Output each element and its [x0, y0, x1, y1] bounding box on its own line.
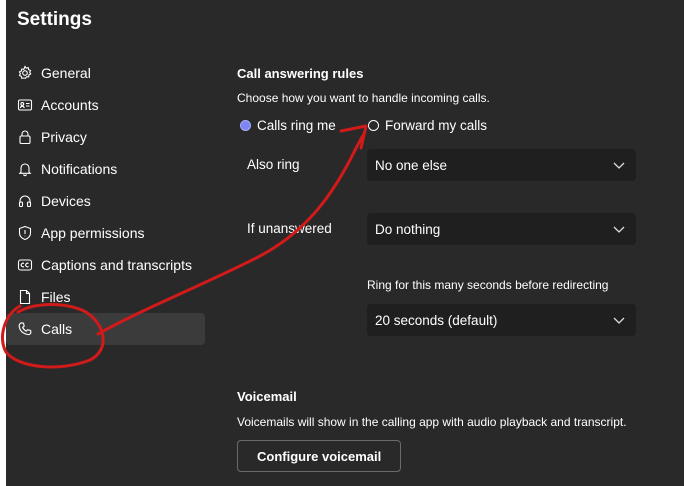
- nav-item-general[interactable]: General: [6, 57, 206, 89]
- nav-item-files[interactable]: Files: [6, 281, 206, 313]
- nav-item-app-permissions[interactable]: App permissions: [6, 217, 206, 249]
- dropdown-value: 20 seconds (default): [375, 312, 498, 328]
- if-unanswered-dropdown[interactable]: Do nothing: [367, 213, 636, 245]
- radio-label: Calls ring me: [257, 118, 336, 133]
- configure-voicemail-button[interactable]: Configure voicemail: [237, 440, 402, 472]
- nav-label: Devices: [41, 193, 91, 209]
- nav-item-accounts[interactable]: Accounts: [6, 89, 206, 121]
- chevron-down-icon: [613, 162, 625, 169]
- nav-label: Captions and transcripts: [41, 257, 192, 273]
- chevron-down-icon: [613, 317, 625, 324]
- chevron-down-icon: [613, 226, 625, 233]
- nav-item-notifications[interactable]: Notifications: [6, 153, 206, 185]
- nav-item-privacy[interactable]: Privacy: [6, 121, 206, 153]
- radio-unselected-indicator: [368, 120, 379, 131]
- dropdown-value: Do nothing: [375, 221, 441, 237]
- radio-label: Forward my calls: [385, 118, 488, 133]
- id-card-icon: [17, 97, 33, 113]
- nav-label: Privacy: [41, 129, 87, 145]
- also-ring-label: Also ring: [247, 157, 300, 172]
- ring-seconds-label: Ring for this many seconds before redire…: [367, 278, 609, 292]
- radio-calls-ring-me[interactable]: Calls ring me: [240, 118, 336, 133]
- if-unanswered-label: If unanswered: [247, 221, 332, 236]
- nav-item-captions[interactable]: Captions and transcripts: [6, 249, 206, 281]
- nav-label: Files: [41, 289, 71, 305]
- nav-label: General: [41, 65, 91, 81]
- cc-icon: [17, 257, 33, 273]
- nav-label: App permissions: [41, 225, 145, 241]
- nav-label: Notifications: [41, 161, 118, 177]
- also-ring-dropdown[interactable]: No one else: [367, 149, 636, 181]
- shield-icon: [17, 225, 33, 241]
- voicemail-heading: Voicemail: [237, 389, 297, 404]
- settings-window: Settings General Accounts Privacy Notifi…: [6, 0, 684, 486]
- headset-icon: [17, 193, 33, 209]
- nav-item-calls[interactable]: Calls: [6, 313, 205, 345]
- dropdown-value: No one else: [375, 157, 448, 173]
- gear-icon: [17, 65, 33, 81]
- settings-nav: General Accounts Privacy Notifications D…: [6, 57, 206, 345]
- bell-icon: [17, 161, 33, 177]
- page-title: Settings: [17, 9, 92, 30]
- nav-label: Calls: [41, 321, 73, 337]
- call-answering-heading: Call answering rules: [237, 66, 364, 81]
- phone-icon: [17, 321, 33, 337]
- call-answering-description: Choose how you want to handle incoming c…: [237, 91, 490, 105]
- voicemail-description: Voicemails will show in the calling app …: [237, 415, 627, 429]
- ring-seconds-dropdown[interactable]: 20 seconds (default): [367, 304, 636, 336]
- file-icon: [17, 289, 33, 305]
- lock-icon: [17, 129, 33, 145]
- calls-settings-panel: Call answering rules Choose how you want…: [237, 0, 684, 486]
- radio-selected-indicator: [240, 120, 251, 131]
- nav-item-devices[interactable]: Devices: [6, 185, 206, 217]
- radio-forward-my-calls[interactable]: Forward my calls: [368, 118, 487, 133]
- nav-label: Accounts: [41, 97, 99, 113]
